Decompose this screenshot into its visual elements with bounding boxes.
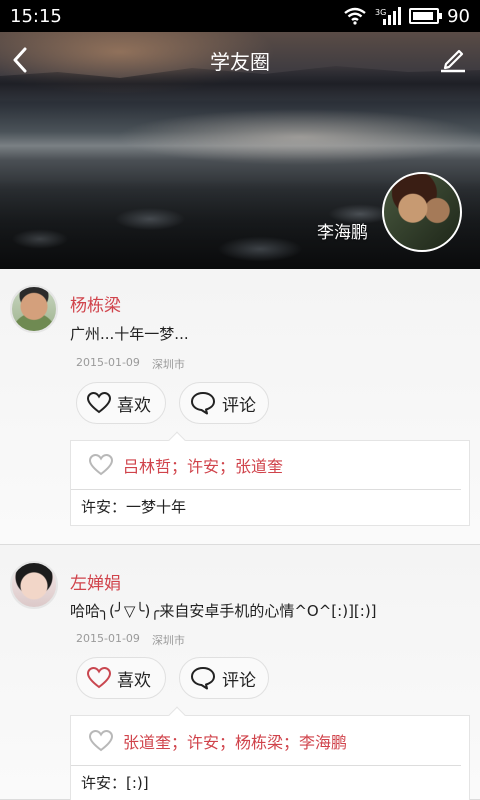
post-date: 2015-01-09 [76,356,140,369]
post-text: 广州...十年一梦... [70,325,189,343]
author-avatar[interactable] [10,561,58,609]
likes-row: 吕林哲；许安；张道奎 [71,441,461,490]
current-user-name: 李海鹏 [317,223,368,243]
post-location: 深圳市 [151,358,185,371]
pencil-icon [441,49,465,73]
comment-label: 评论 [222,395,256,416]
current-user-avatar[interactable] [382,172,462,252]
status-bar: 15:15 3G 90 [0,0,480,32]
author-avatar[interactable] [10,285,58,333]
heart-icon [89,729,113,751]
likers-list[interactable]: 吕林哲；许安；张道奎 [123,453,283,477]
cover-header: 学友圈 李海鹏 [0,32,480,269]
network-type: 3G [375,8,386,17]
author-name[interactable]: 杨栋梁 [70,291,121,316]
post-meta: 2015-01-09 深圳市 [76,356,185,372]
like-label: 喜欢 [117,670,151,691]
comment-item[interactable]: 许安：一梦十年 [71,490,469,523]
battery-icon [409,8,443,24]
likers-list[interactable]: 张道奎；许安；杨栋梁；李海鹏 [123,729,347,753]
speech-bubble-icon [191,392,215,415]
feed-post: 左婵娟 哈哈╮(╯▽╰)╭来自安卓手机的心情^O^[:)][:)] 2015-0… [0,545,480,800]
status-icons: 3G 90 [343,6,470,27]
author-name[interactable]: 左婵娟 [70,569,121,594]
comment-button[interactable]: 评论 [179,657,269,699]
post-date: 2015-01-09 [76,632,140,645]
speech-bubble-icon [191,667,215,690]
like-label: 喜欢 [117,395,151,416]
post-meta: 2015-01-09 深圳市 [76,632,185,648]
heart-icon [87,667,111,689]
signal-icon: 3G [375,7,402,25]
comment-label: 评论 [222,670,256,691]
heart-icon [89,454,113,476]
battery-level: 90 [447,5,470,27]
like-button[interactable]: 喜欢 [76,382,166,424]
like-button[interactable]: 喜欢 [76,657,166,699]
feed: 杨栋梁 广州...十年一梦... 2015-01-09 深圳市 喜欢 评论 吕林 [0,269,480,800]
edit-button[interactable] [438,44,468,74]
battery-fill [413,12,434,20]
page-title: 学友圈 [210,50,270,74]
wifi-icon [344,7,366,25]
post-text: 哈哈╮(╯▽╰)╭来自安卓手机的心情^O^[:)][:)] [70,602,377,620]
status-time: 15:15 [10,5,62,27]
post-location: 深圳市 [151,634,185,647]
interaction-box: 吕林哲；许安；张道奎 许安：一梦十年 [70,431,470,526]
likes-row: 张道奎；许安；杨栋梁；李海鹏 [71,716,461,766]
comment-button[interactable]: 评论 [179,382,269,424]
interaction-box: 张道奎；许安；杨栋梁；李海鹏 许安：[:)] [70,706,470,800]
heart-icon [87,392,111,414]
comment-item[interactable]: 许安：[:)] [71,766,469,799]
feed-post: 杨栋梁 广州...十年一梦... 2015-01-09 深圳市 喜欢 评论 吕林 [0,269,480,545]
